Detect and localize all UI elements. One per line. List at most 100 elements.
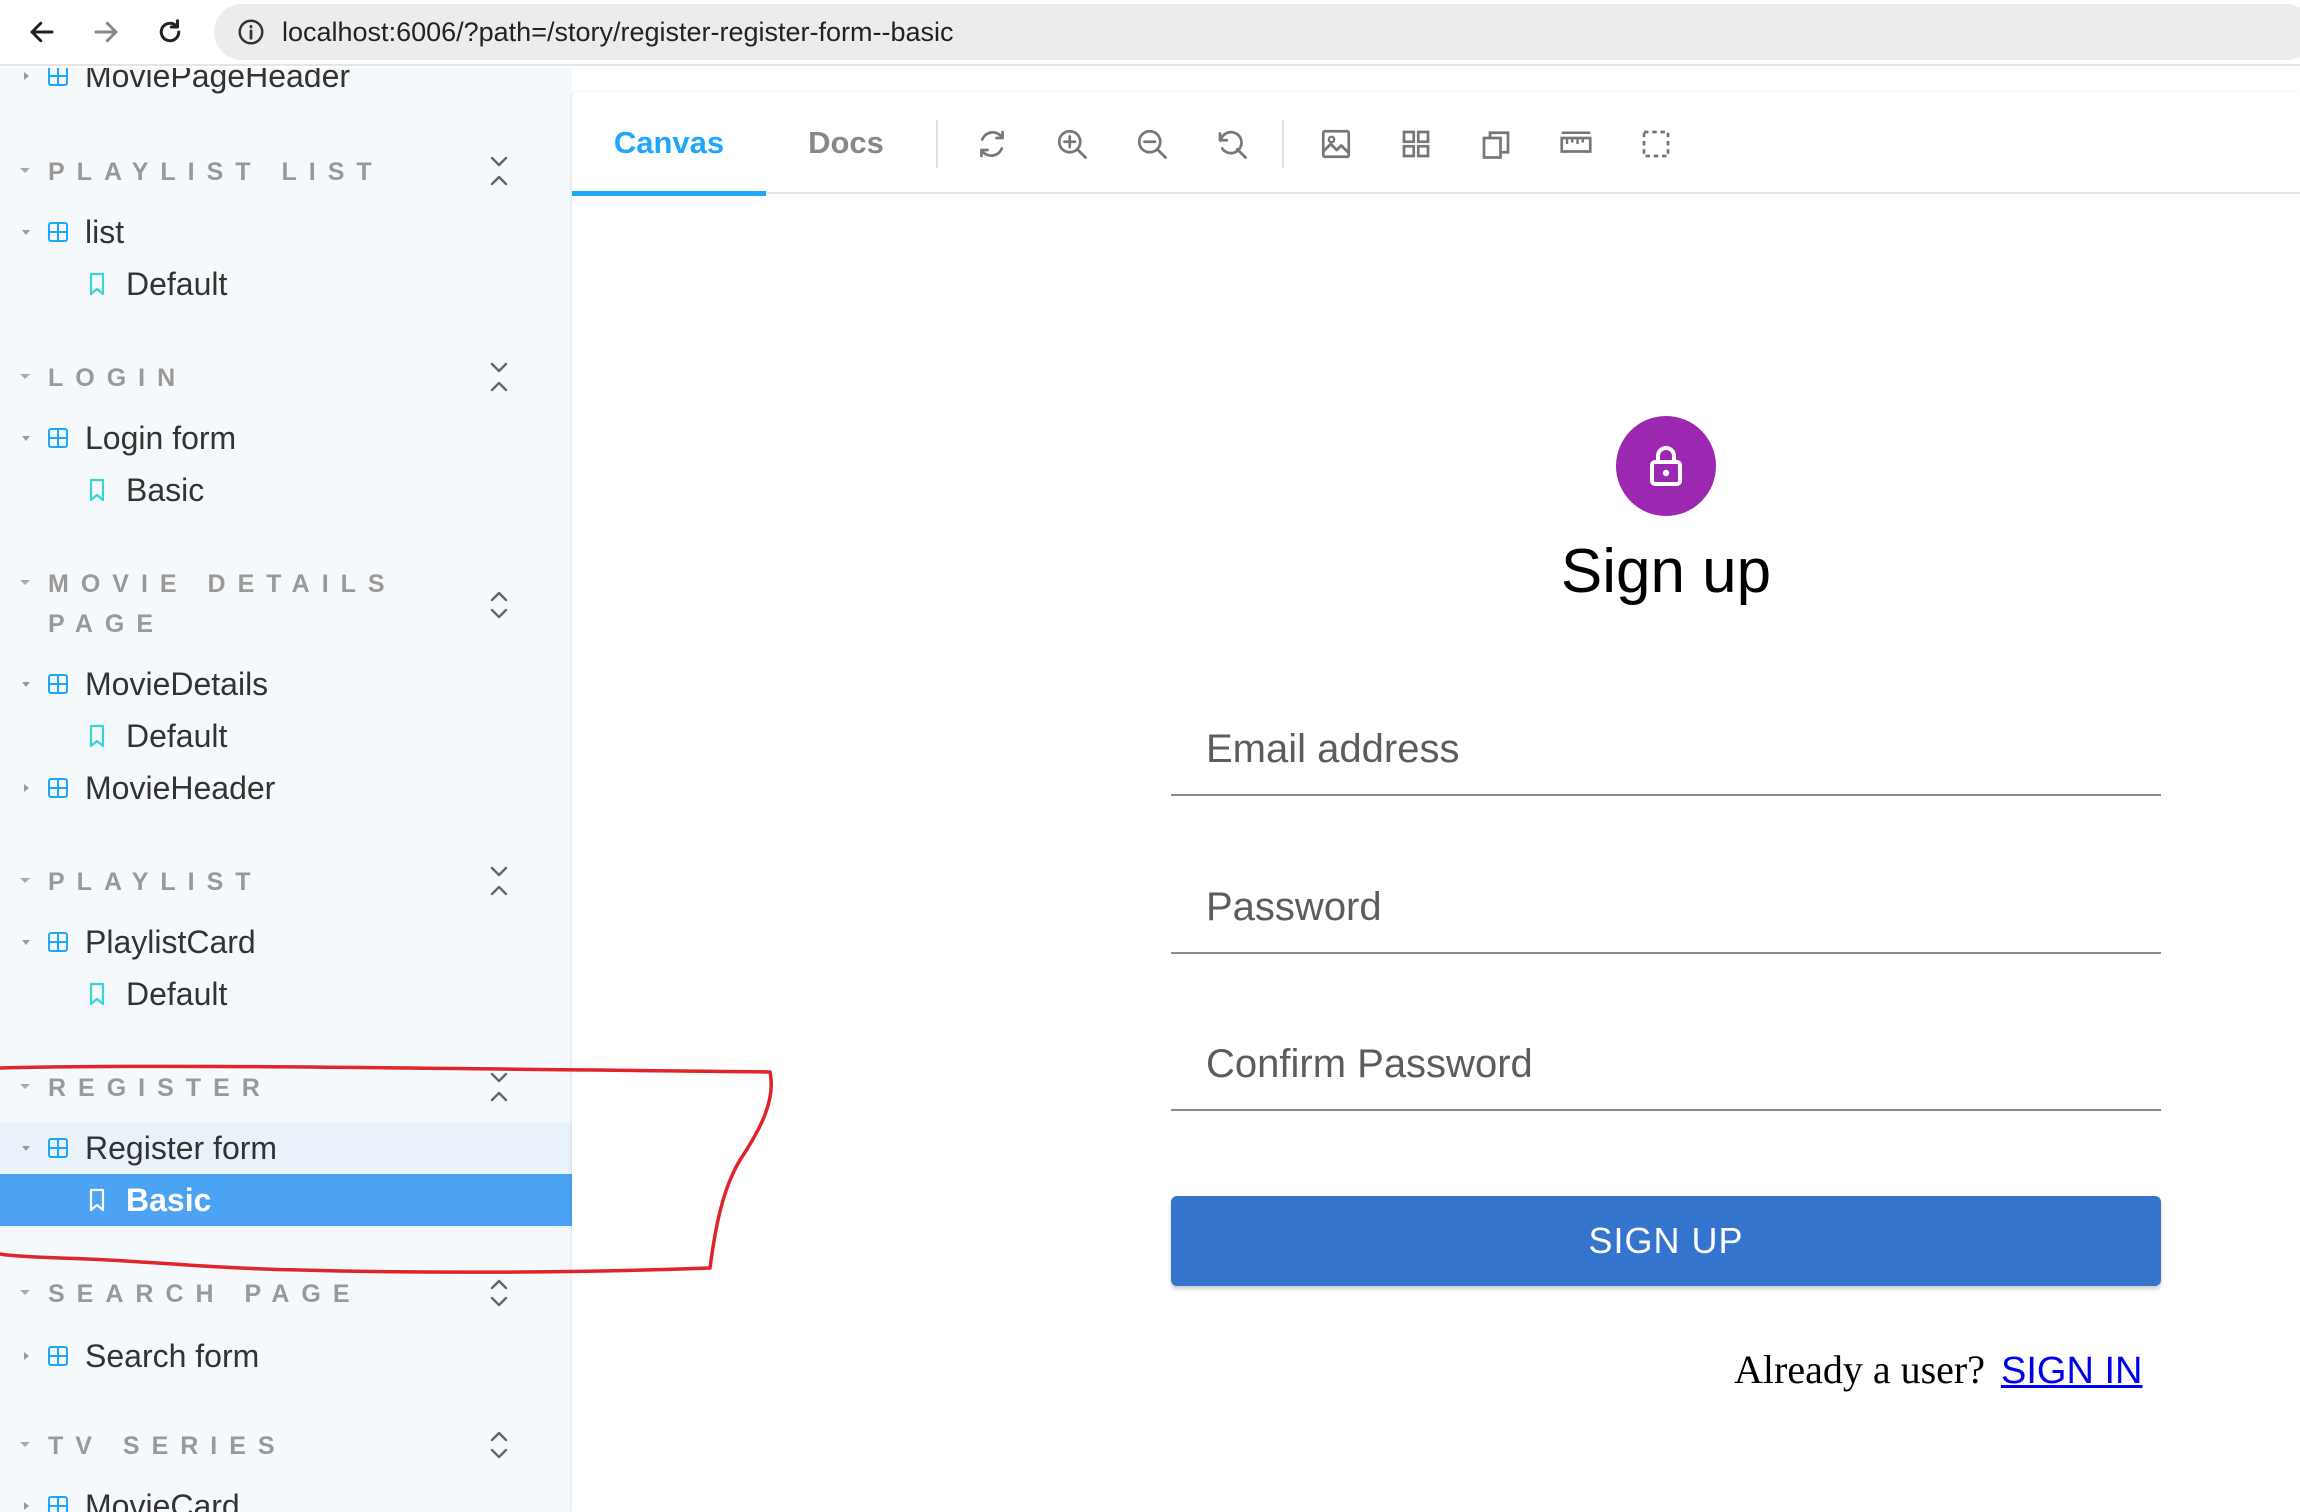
tree-item-list[interactable]: list — [0, 206, 572, 258]
grid-icon — [1402, 130, 1430, 158]
story-item-basic-selected[interactable]: Basic — [0, 1174, 572, 1226]
tree-item-playlistcard[interactable]: PlaylistCard — [0, 916, 572, 968]
component-icon — [48, 1346, 68, 1366]
group-title: TV SERIES — [48, 1432, 287, 1460]
tree-item-label: Register form — [85, 1129, 278, 1166]
bookmark-icon — [89, 1188, 105, 1212]
outline-button[interactable] — [1634, 122, 1678, 166]
group-title: LOGIN — [48, 364, 188, 392]
email-input[interactable] — [1206, 727, 2136, 772]
ruler-icon — [1560, 131, 1592, 153]
viewport-icon — [1482, 131, 1510, 159]
sign-in-link[interactable]: SIGN IN — [2001, 1350, 2142, 1392]
story-item-default[interactable]: Default — [0, 710, 572, 762]
tree-item-search-form[interactable]: Search form — [0, 1330, 572, 1382]
zoom-in-button[interactable] — [1050, 122, 1094, 166]
story-item-default[interactable]: Default — [0, 968, 572, 1020]
back-button[interactable] — [20, 12, 64, 52]
component-icon — [48, 778, 68, 798]
address-bar[interactable]: localhost:6006/?path=/story/register-reg… — [214, 4, 2300, 60]
refresh-button[interactable] — [970, 122, 1014, 166]
tree-item-label: MovieHeader — [85, 769, 276, 806]
tab-canvas[interactable]: Canvas — [572, 92, 766, 196]
url-text[interactable]: localhost:6006/?path=/story/register-reg… — [282, 17, 954, 48]
story-label: Default — [126, 975, 228, 1012]
component-icon — [48, 68, 68, 86]
chevron-right-icon — [24, 1502, 29, 1510]
group-title: PLAYLIST LIST — [48, 158, 384, 186]
story-item-basic[interactable]: Basic — [0, 464, 572, 516]
expand-icon[interactable] — [484, 588, 514, 622]
tab-docs[interactable]: Docs — [766, 92, 926, 194]
tree-item-label: MovieCard — [85, 1487, 240, 1512]
bookmark-icon — [89, 478, 105, 502]
story-label: Default — [126, 265, 228, 302]
arrow-left-icon — [30, 21, 54, 43]
zoom-reset-button[interactable] — [1210, 122, 1254, 166]
component-icon — [48, 674, 68, 694]
sign-up-button[interactable]: SIGN UP — [1171, 1196, 2161, 1286]
chevron-down-icon — [20, 1442, 30, 1447]
tree-item-moviepageheader[interactable]: MoviePageHeader — [0, 68, 572, 102]
chevron-down-icon — [22, 230, 30, 235]
component-icon — [48, 222, 68, 242]
sign-in-prompt: Already a user? — [1734, 1347, 1985, 1392]
tree-item-login-form[interactable]: Login form — [0, 412, 572, 464]
chevron-down-icon — [20, 1290, 30, 1295]
collapse-icon[interactable] — [484, 864, 514, 898]
chevron-right-icon — [24, 784, 29, 792]
zoom-reset-icon — [1218, 130, 1247, 159]
chevron-down-icon — [22, 436, 30, 441]
component-icon — [48, 428, 68, 448]
tree-item-moviecard[interactable]: MovieCard — [0, 1480, 572, 1512]
bookmark-icon — [89, 724, 105, 748]
chevron-down-icon — [22, 1146, 30, 1151]
component-icon — [48, 1138, 68, 1158]
password-input[interactable] — [1206, 885, 2136, 930]
collapse-icon[interactable] — [484, 360, 514, 394]
zoom-out-icon — [1137, 129, 1167, 159]
tree-item-movieheader[interactable]: MovieHeader — [0, 762, 572, 814]
background-button[interactable] — [1314, 122, 1358, 166]
browser-toolbar: localhost:6006/?path=/story/register-reg… — [0, 0, 2300, 66]
email-field[interactable] — [1171, 700, 2161, 796]
lock-avatar — [1616, 416, 1716, 516]
chevron-down-icon — [22, 682, 30, 687]
reload-button[interactable] — [148, 12, 192, 52]
zoom-out-button[interactable] — [1130, 122, 1174, 166]
expand-icon[interactable] — [484, 1428, 514, 1462]
chevron-down-icon — [20, 374, 30, 379]
story-label: Basic — [126, 471, 205, 508]
collapse-icon[interactable] — [484, 154, 514, 188]
image-icon — [1321, 129, 1351, 159]
tree-item-label: MoviePageHeader — [85, 68, 351, 94]
toolbar-divider — [1282, 120, 1284, 168]
group-title: REGISTER — [48, 1074, 272, 1102]
viewport-button[interactable] — [1474, 122, 1518, 166]
grid-button[interactable] — [1394, 122, 1438, 166]
storybook-sidebar: MoviePageHeader PLAYLIST LIST list Defau… — [0, 68, 572, 1512]
confirm-password-field[interactable] — [1171, 1015, 2161, 1111]
form-title: Sign up — [1560, 537, 1772, 606]
group-title: SEARCH PAGE — [48, 1280, 362, 1308]
refresh-icon — [980, 130, 1004, 158]
confirm-password-input[interactable] — [1206, 1042, 2136, 1087]
sign-in-row: Already a user? SIGN IN — [1734, 1346, 2142, 1393]
arrow-right-icon — [94, 21, 118, 43]
chevron-right-icon — [24, 1352, 29, 1360]
info-icon[interactable] — [236, 17, 266, 47]
chevron-down-icon — [20, 878, 30, 883]
lock-icon — [1650, 446, 1682, 486]
tree-item-label: Search form — [85, 1337, 260, 1374]
tree-item-moviedetails[interactable]: MovieDetails — [0, 658, 572, 710]
tree-item-label: list — [85, 213, 125, 250]
password-field[interactable] — [1171, 858, 2161, 954]
tree-item-register-form[interactable]: Register form — [0, 1122, 572, 1174]
storybook-toolbar: Canvas Docs — [572, 92, 2300, 196]
forward-button[interactable] — [84, 12, 128, 52]
measure-button[interactable] — [1554, 122, 1598, 166]
collapse-icon[interactable] — [484, 1070, 514, 1104]
expand-icon[interactable] — [484, 1276, 514, 1310]
toolbar-divider — [936, 120, 938, 168]
story-item-default[interactable]: Default — [0, 258, 572, 310]
